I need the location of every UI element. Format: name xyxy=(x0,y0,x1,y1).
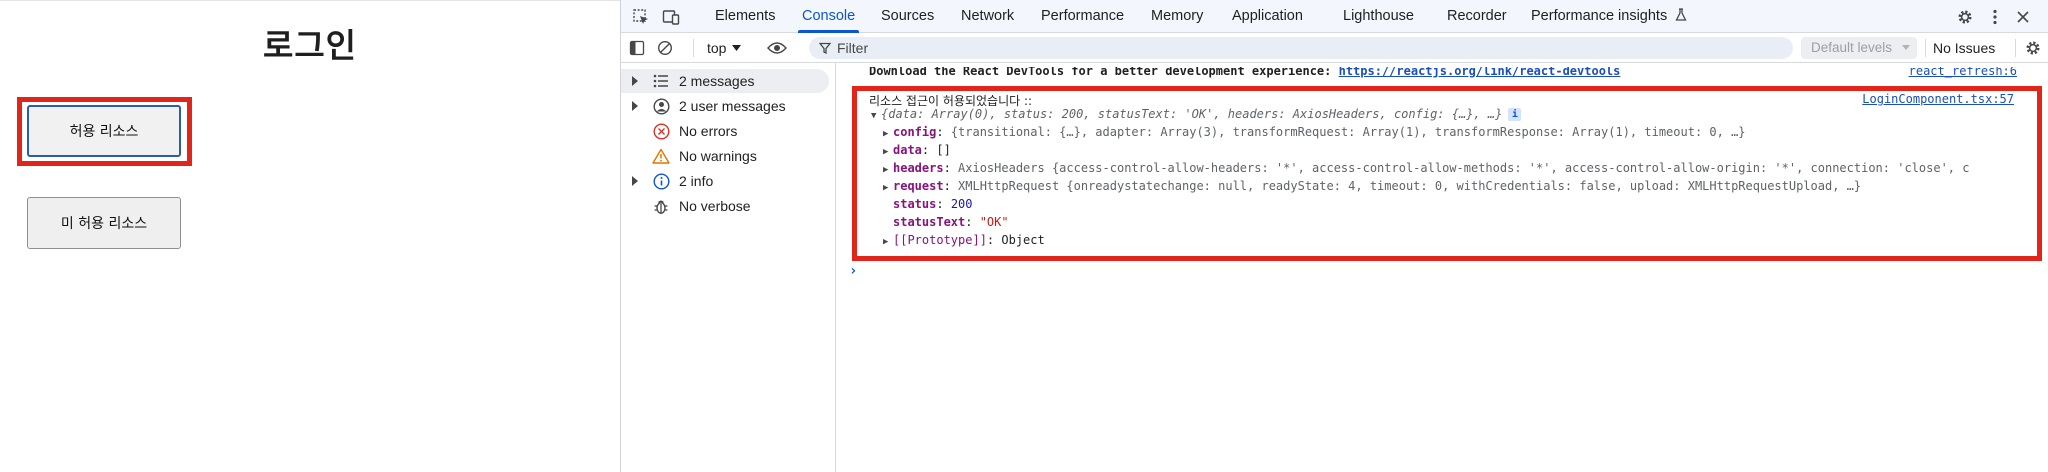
console-toolbar: top Filter Default levels No Issues xyxy=(621,33,2048,63)
chevron-down-icon xyxy=(1901,45,1910,50)
list-icon xyxy=(652,72,670,90)
flask-icon xyxy=(1675,8,1687,21)
filter-placeholder: Filter xyxy=(837,40,869,56)
sidebar-item-warnings[interactable]: No warnings xyxy=(621,144,835,168)
device-toolbar-icon[interactable] xyxy=(659,5,683,29)
tab-performance-insights[interactable]: Performance insights xyxy=(1531,0,1687,33)
sidebar-item-verbose[interactable]: No verbose xyxy=(621,194,835,218)
sidebar-item-label: No verbose xyxy=(679,198,751,214)
react-devtools-text: Download the React DevTools for a better… xyxy=(869,67,1620,78)
sidebar-item-errors[interactable]: No errors xyxy=(621,119,835,143)
toolbar-divider xyxy=(1925,39,1926,57)
filter-input[interactable]: Filter xyxy=(809,37,1793,59)
highlight-box-console xyxy=(852,86,2042,261)
context-select[interactable]: top xyxy=(707,37,742,59)
toolbar-divider xyxy=(2015,39,2016,57)
sidebar-item-label: No errors xyxy=(679,123,738,139)
clear-console-icon[interactable] xyxy=(653,36,677,60)
tab-elements[interactable]: Elements xyxy=(715,0,775,33)
tab-application[interactable]: Application xyxy=(1232,0,1303,33)
issues-counter[interactable]: No Issues xyxy=(1933,37,1995,59)
bug-icon xyxy=(652,197,670,215)
highlight-box-button xyxy=(17,97,192,166)
tab-lighthouse[interactable]: Lighthouse xyxy=(1343,0,1414,33)
error-icon xyxy=(652,122,670,140)
close-devtools-icon[interactable] xyxy=(2011,5,2035,29)
live-expression-eye-icon[interactable] xyxy=(765,36,789,60)
tab-performance-insights-label: Performance insights xyxy=(1531,8,1668,24)
app-page: 로그인 허용 리소스 미 허용 리소스 xyxy=(0,0,620,472)
console-prompt-icon[interactable]: › xyxy=(849,263,857,279)
more-options-icon[interactable] xyxy=(1983,5,2007,29)
react-devtools-link[interactable]: https://reactjs.org/link/react-devtools xyxy=(1339,67,1621,78)
console-settings-icon[interactable] xyxy=(2021,36,2045,60)
react-devtools-source-link[interactable]: react_refresh:6 xyxy=(1909,67,2017,78)
sidebar-item-label: 2 info xyxy=(679,173,714,189)
expand-arrow-icon xyxy=(632,176,638,186)
sidebar-item-label: 2 user messages xyxy=(679,98,786,114)
user-icon xyxy=(652,97,670,115)
tab-recorder[interactable]: Recorder xyxy=(1447,0,1507,33)
chevron-down-icon xyxy=(732,45,742,51)
toolbar-divider xyxy=(693,39,694,57)
inspect-element-icon[interactable] xyxy=(629,5,653,29)
console-message-react-devtools: Download the React DevTools for a better… xyxy=(837,67,2048,81)
tab-memory[interactable]: Memory xyxy=(1151,0,1203,33)
log-levels-dropdown[interactable]: Default levels xyxy=(1801,37,1917,59)
settings-gear-icon[interactable] xyxy=(1953,5,1977,29)
expand-arrow-icon xyxy=(632,101,638,111)
page-title: 로그인 xyxy=(262,26,358,65)
tab-network[interactable]: Network xyxy=(961,0,1014,33)
console-sidebar: 2 messages 2 user messages No errors No … xyxy=(621,63,836,472)
context-select-value: top xyxy=(707,40,727,56)
sidebar-toggle-icon[interactable] xyxy=(625,36,649,60)
sidebar-item-user-messages[interactable]: 2 user messages xyxy=(621,94,835,118)
filter-funnel-icon xyxy=(819,42,831,54)
denied-resource-button[interactable]: 미 허용 리소스 xyxy=(27,197,181,249)
info-icon xyxy=(652,172,670,190)
warning-icon xyxy=(652,147,670,165)
sidebar-item-messages[interactable]: 2 messages xyxy=(621,69,829,93)
react-devtools-message: Download the React DevTools for a better… xyxy=(869,67,1339,78)
tab-sources[interactable]: Sources xyxy=(881,0,934,33)
log-levels-value: Default levels xyxy=(1811,40,1893,55)
devtools-tabbar: Elements Console Sources Network Perform… xyxy=(621,0,2048,33)
sidebar-item-info[interactable]: 2 info xyxy=(621,169,835,193)
sidebar-item-label: No warnings xyxy=(679,148,757,164)
tab-console[interactable]: Console xyxy=(797,0,860,33)
tab-performance[interactable]: Performance xyxy=(1041,0,1124,33)
sidebar-item-label: 2 messages xyxy=(679,73,755,89)
expand-arrow-icon xyxy=(632,76,638,86)
